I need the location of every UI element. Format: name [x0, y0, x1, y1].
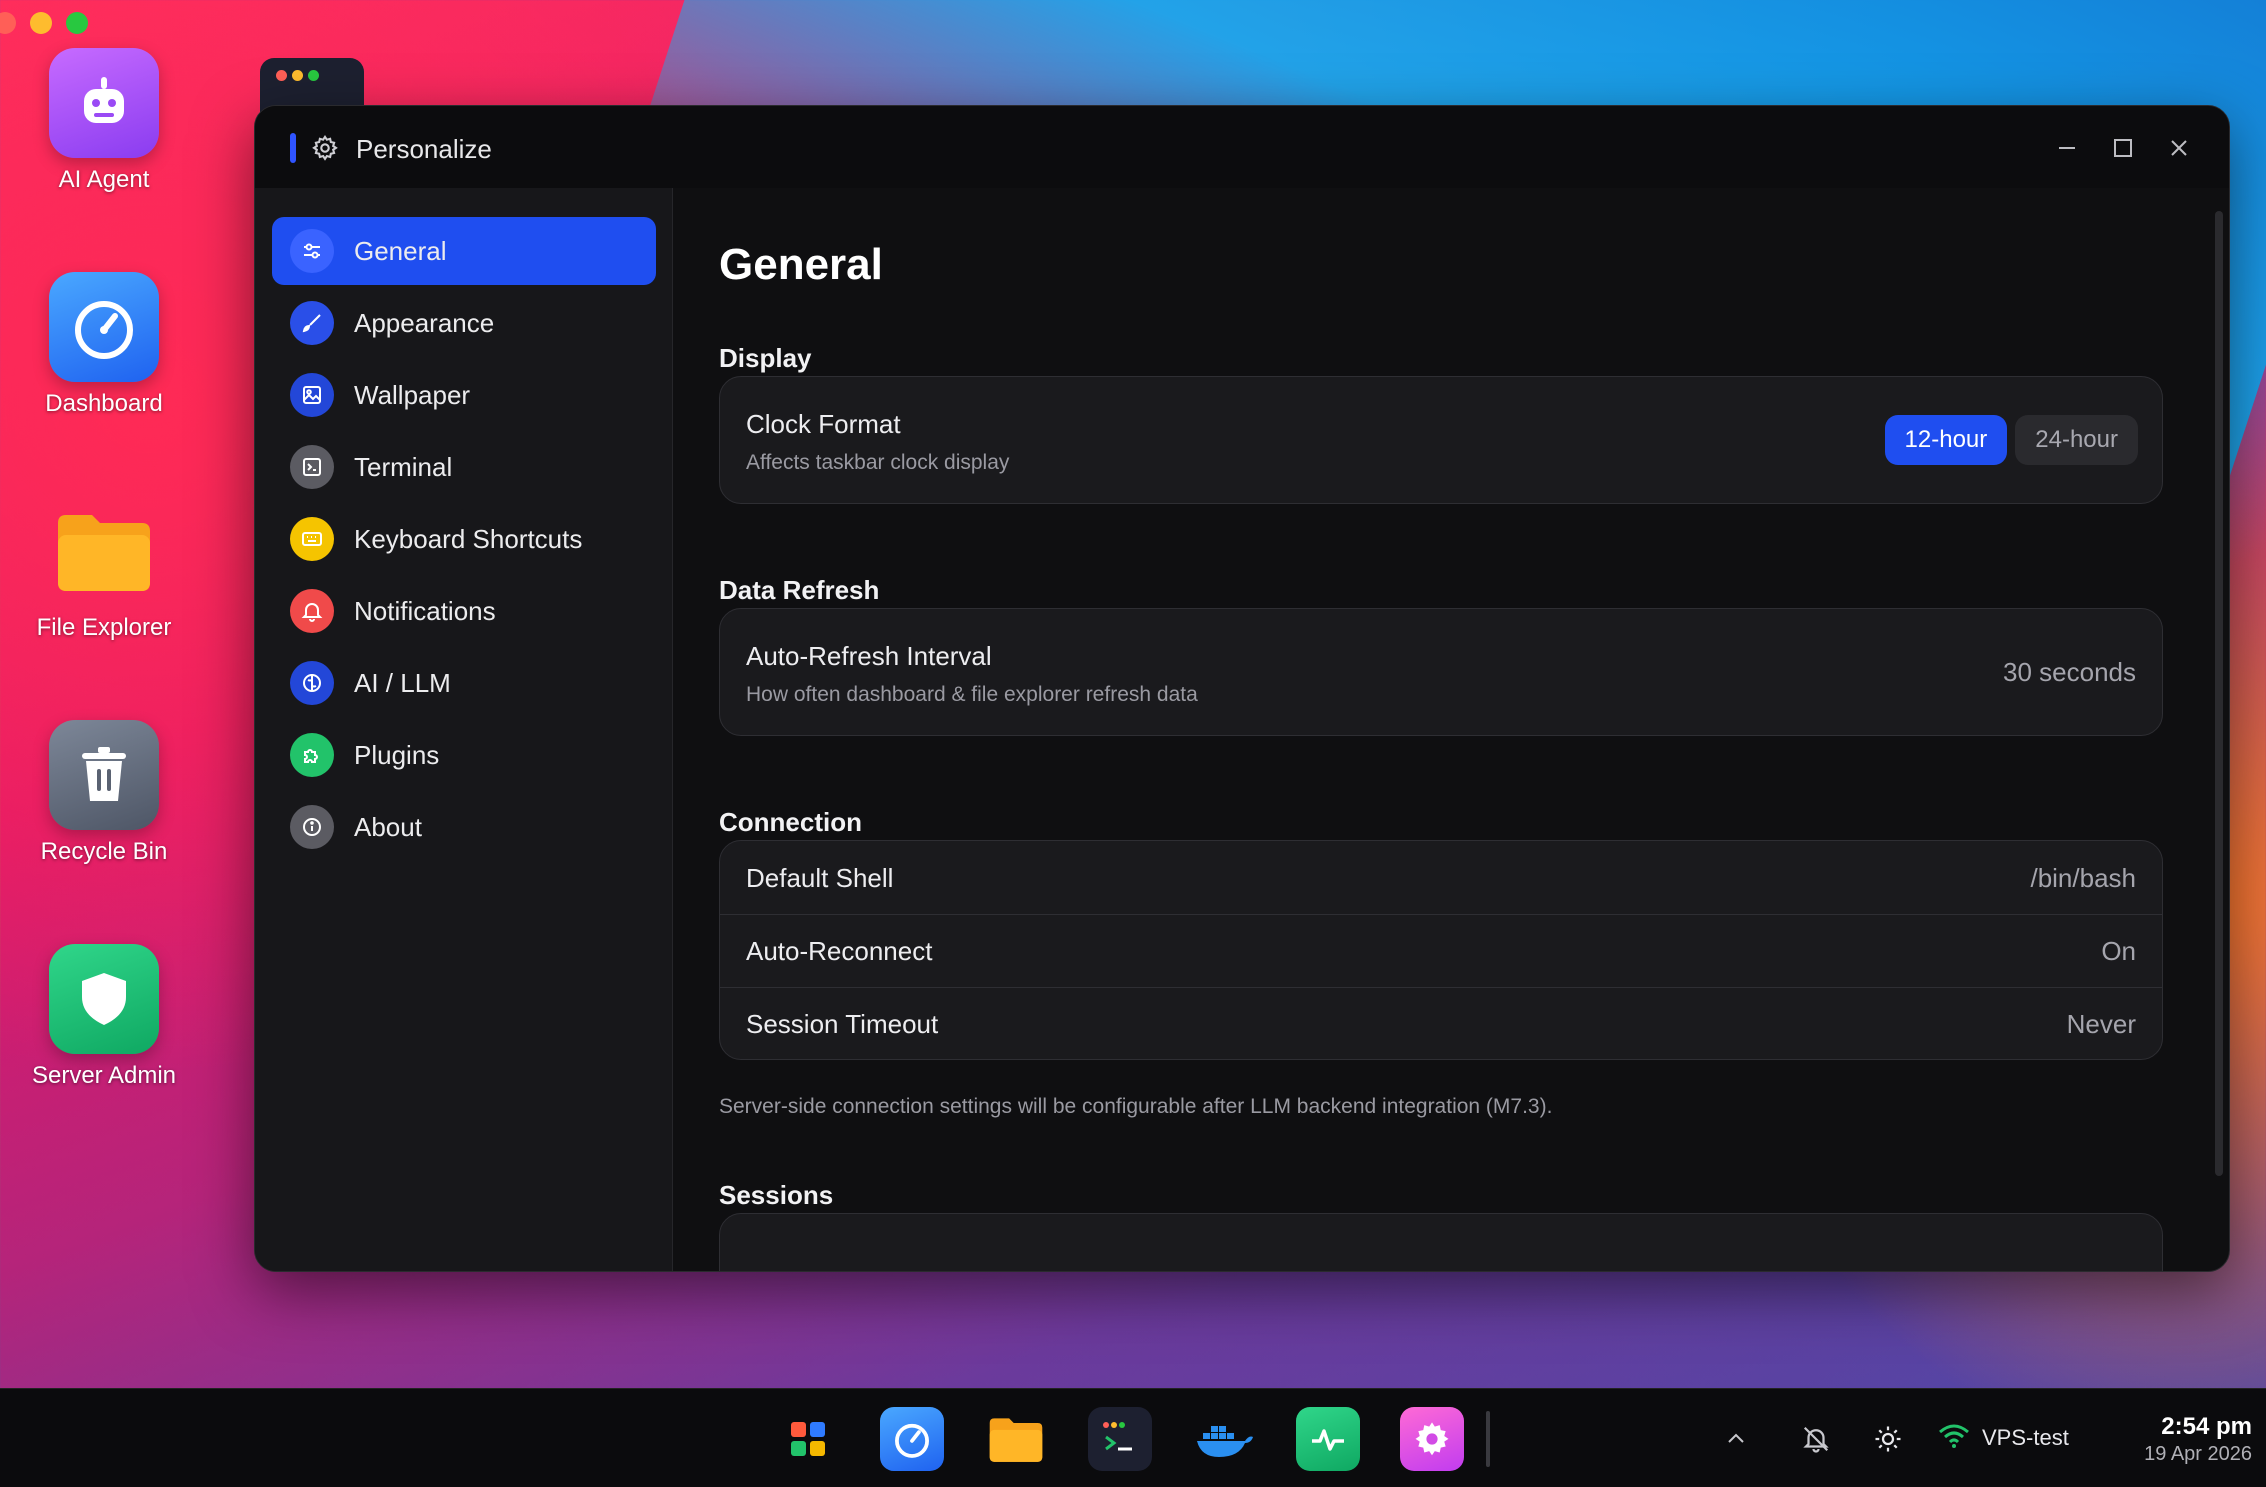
content-scrollbar[interactable] [2215, 211, 2223, 1176]
speedometer-icon [49, 272, 159, 382]
taskbar: VPS-test 2:54 pm 19 Apr 2026 [0, 1388, 2266, 1487]
sidebar-item-label: Appearance [354, 307, 495, 338]
terminal-icon[interactable] [1088, 1407, 1152, 1471]
network-name: VPS-test [1982, 1425, 2069, 1450]
taskbar-separator [1486, 1411, 1490, 1467]
start-icon[interactable] [776, 1407, 840, 1471]
gear-icon [311, 134, 339, 167]
section-heading-connection: Connection [719, 807, 862, 837]
sidebar-item-terminal[interactable]: Terminal [272, 433, 656, 501]
desktop-icon-file-explorer[interactable]: File Explorer [20, 496, 188, 642]
auto-refresh-value[interactable]: 30 seconds [2003, 657, 2136, 688]
section-heading-display: Display [719, 343, 812, 373]
brush-icon [290, 301, 334, 345]
sidebar-item-label: Keyboard Shortcuts [354, 523, 583, 554]
terminal-icon [290, 445, 334, 489]
traffic-lights [0, 12, 88, 34]
sessions-card [719, 1213, 2163, 1271]
clock-format-title: Clock Format [746, 409, 901, 439]
bell-icon [290, 589, 334, 633]
connection-note: Server-side connection settings will be … [719, 1095, 1553, 1118]
puzzle-icon [290, 733, 334, 777]
section-heading-data-refresh: Data Refresh [719, 575, 880, 605]
window-titlebar[interactable]: Personalize [255, 106, 2229, 188]
activity-icon[interactable] [1296, 1407, 1360, 1471]
auto-refresh-card[interactable]: Auto-Refresh Interval How often dashboar… [719, 608, 2163, 736]
desktop-icon-label: Dashboard [45, 390, 163, 417]
sidebar-item-label: Terminal [354, 451, 453, 482]
shield-icon [49, 944, 159, 1054]
clock-24-hour-button[interactable]: 24-hour [2015, 415, 2138, 465]
clock-format-toggle: 12-hour 24-hour [1884, 415, 2138, 465]
docker-icon[interactable] [1192, 1407, 1256, 1471]
close-icon[interactable] [2161, 130, 2197, 166]
row-divider [720, 987, 2162, 988]
clock-format-card: Clock Format Affects taskbar clock displ… [719, 376, 2163, 504]
auto-refresh-title: Auto-Refresh Interval [746, 641, 992, 671]
sidebar-item-appearance[interactable]: Appearance [272, 289, 656, 357]
desktop-icon-label: File Explorer [36, 614, 172, 641]
taskbar-clock[interactable]: 2:54 pm 19 Apr 2026 [2100, 1389, 2260, 1487]
folder-icon[interactable] [984, 1407, 1048, 1471]
desktop-icon-label: Server Admin [31, 1062, 177, 1089]
chevron-up-icon[interactable] [1716, 1407, 1756, 1471]
sidebar-item-label: AI / LLM [354, 667, 451, 698]
sidebar-item-label: General [354, 235, 447, 266]
trash-icon [49, 720, 159, 830]
window-title: Personalize [356, 134, 492, 164]
title-accent-bar [290, 133, 296, 163]
sidebar-item-label: Notifications [354, 595, 496, 626]
section-heading-sessions: Sessions [719, 1180, 834, 1210]
clock-format-subtitle: Affects taskbar clock display [746, 451, 1010, 474]
settings-icon[interactable] [1400, 1407, 1464, 1471]
clock-time: 2:54 pm [2161, 1413, 2252, 1440]
default-shell-value: /bin/bash [2030, 863, 2136, 893]
sliders-icon [290, 229, 334, 273]
folder-icon [49, 496, 159, 606]
desktop-icon-dashboard[interactable]: Dashboard [20, 272, 188, 418]
network-status[interactable]: VPS-test [1938, 1389, 2069, 1487]
session-timeout-label: Session Timeout [746, 1009, 939, 1039]
sidebar-item-plugins[interactable]: Plugins [272, 721, 656, 789]
bell-off-icon[interactable] [1796, 1407, 1836, 1471]
sidebar-item-label: About [354, 811, 422, 842]
sidebar-item-ai-llm[interactable]: AI / LLM [272, 649, 656, 717]
clock-12-hour-button[interactable]: 12-hour [1884, 415, 2008, 465]
sidebar-item-about[interactable]: About [272, 793, 656, 861]
desktop-icon-server-admin[interactable]: Server Admin [20, 944, 188, 1090]
connection-card: Default Shell /bin/bash Auto-Reconnect O… [719, 840, 2163, 1060]
auto-refresh-subtitle: How often dashboard & file explorer refr… [746, 683, 1198, 706]
wifi-icon [1938, 1423, 1970, 1454]
settings-sidebar: General Appearance Wallpaper Terminal Ke… [255, 188, 673, 1271]
page-title: General [719, 240, 883, 289]
dashboard-icon[interactable] [880, 1407, 944, 1471]
settings-content: General Display Clock Format Affects tas… [673, 188, 2229, 1271]
minimize-icon[interactable] [2049, 130, 2085, 166]
info-icon [290, 805, 334, 849]
desktop-icon-ai-agent[interactable]: AI Agent [20, 48, 188, 194]
sidebar-item-notifications[interactable]: Notifications [272, 577, 656, 645]
sidebar-item-label: Plugins [354, 739, 440, 770]
desktop-icon-label: AI Agent [58, 166, 150, 193]
default-shell-label: Default Shell [746, 863, 894, 893]
auto-reconnect-value: On [2101, 936, 2136, 966]
sidebar-item-wallpaper[interactable]: Wallpaper [272, 361, 656, 429]
sidebar-item-keyboard-shortcuts[interactable]: Keyboard Shortcuts [272, 505, 656, 573]
sidebar-item-general[interactable]: General [272, 217, 656, 285]
image-icon [290, 373, 334, 417]
clock-date: 19 Apr 2026 [2144, 1443, 2252, 1465]
keyboard-icon [290, 517, 334, 561]
sidebar-item-label: Wallpaper [354, 379, 471, 410]
row-divider [720, 914, 2162, 915]
brightness-icon[interactable] [1868, 1407, 1908, 1471]
desktop-icon-label: Recycle Bin [40, 838, 168, 865]
personalize-window: Personalize General Appearance Wallpaper… [254, 105, 2230, 1272]
brain-icon [290, 661, 334, 705]
maximize-icon[interactable] [2105, 130, 2141, 166]
session-timeout-value: Never [2066, 1009, 2136, 1039]
robot-icon [49, 48, 159, 158]
desktop-icon-recycle-bin[interactable]: Recycle Bin [20, 720, 188, 866]
auto-reconnect-label: Auto-Reconnect [746, 936, 933, 966]
